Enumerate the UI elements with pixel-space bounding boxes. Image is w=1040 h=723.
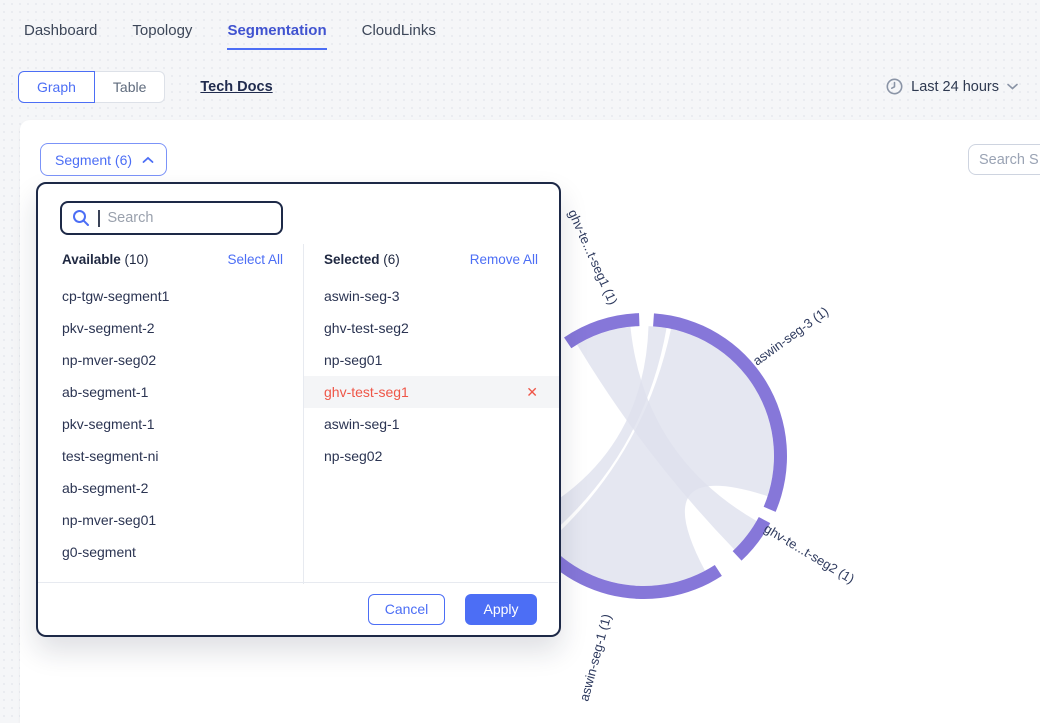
remove-all-link[interactable]: Remove All: [470, 252, 538, 267]
text-cursor: [98, 210, 100, 227]
list-item[interactable]: np-seg01: [304, 344, 559, 376]
graph-view-button[interactable]: Graph: [18, 71, 95, 103]
selected-list: aswin-seg-3ghv-test-seg2np-seg01ghv-test…: [304, 280, 559, 472]
selected-header: Selected (6): [324, 252, 400, 267]
list-item[interactable]: aswin-seg-1: [304, 408, 559, 440]
segment-filter-button[interactable]: Segment (6): [40, 143, 167, 176]
available-header: Available (10): [62, 252, 149, 267]
select-all-link[interactable]: Select All: [227, 252, 283, 267]
list-item[interactable]: pkv-segment-2: [62, 312, 283, 344]
remove-item-icon[interactable]: ✕: [526, 384, 538, 401]
list-item[interactable]: ghv-test-seg2: [304, 312, 559, 344]
nav-item-topology[interactable]: Topology: [132, 22, 192, 48]
top-nav: Dashboard Topology Segmentation CloudLin…: [0, 0, 1040, 50]
list-item[interactable]: ab-segment-1: [62, 376, 283, 408]
view-toggle: Graph Table: [18, 71, 165, 103]
cancel-button[interactable]: Cancel: [368, 594, 445, 625]
segment-columns: Available (10) Select All cp-tgw-segment…: [38, 244, 559, 584]
list-item[interactable]: g0-segment: [62, 536, 283, 568]
graph-search-input[interactable]: [968, 144, 1040, 175]
nav-item-dashboard[interactable]: Dashboard: [24, 22, 97, 48]
list-item[interactable]: pkv-segment-1: [62, 408, 283, 440]
available-column: Available (10) Select All cp-tgw-segment…: [38, 244, 304, 584]
clock-icon: [886, 78, 903, 95]
list-item[interactable]: np-seg02: [304, 440, 559, 472]
list-item[interactable]: test-segment-ni: [62, 440, 283, 472]
time-range-dropdown[interactable]: Last 24 hours: [886, 78, 1018, 95]
available-list: cp-tgw-segment1pkv-segment-2np-mver-seg0…: [62, 280, 283, 568]
chevron-up-icon: [142, 156, 154, 164]
list-item[interactable]: np-mver-seg02: [62, 344, 283, 376]
search-placeholder: Search: [108, 210, 154, 226]
list-item[interactable]: cp-tgw-segment1: [62, 280, 283, 312]
list-item[interactable]: np-mver-seg01: [62, 504, 283, 536]
apply-button[interactable]: Apply: [465, 594, 537, 625]
chevron-down-icon: [1007, 83, 1018, 90]
chord-label: ghv-te...t-seg1 (1): [565, 207, 620, 307]
segment-filter-label: Segment (6): [55, 152, 132, 168]
chord-label: aswin-seg-3 (1): [750, 304, 831, 369]
segment-filter-panel: Search Available (10) Select All cp-tgw-…: [36, 182, 561, 637]
toolbar: Graph Table Tech Docs Last 24 hours: [0, 70, 1040, 103]
nav-item-segmentation[interactable]: Segmentation: [227, 22, 326, 50]
chord-label: ghv-te...t-seg2 (1): [761, 521, 857, 587]
chord-label: aswin-seg-1 (1): [576, 612, 614, 702]
selected-column: Selected (6) Remove All aswin-seg-3ghv-t…: [304, 244, 559, 584]
list-item[interactable]: aswin-seg-3: [304, 280, 559, 312]
panel-search-input[interactable]: Search: [60, 201, 283, 235]
panel-footer: Cancel Apply: [38, 582, 558, 635]
time-range-label: Last 24 hours: [911, 79, 999, 95]
nav-item-cloudlinks[interactable]: CloudLinks: [362, 22, 436, 48]
tech-docs-link[interactable]: Tech Docs: [200, 79, 272, 95]
list-item[interactable]: ab-segment-2: [62, 472, 283, 504]
search-icon: [72, 209, 90, 227]
list-item[interactable]: ghv-test-seg1✕: [304, 376, 559, 408]
table-view-button[interactable]: Table: [95, 71, 165, 103]
